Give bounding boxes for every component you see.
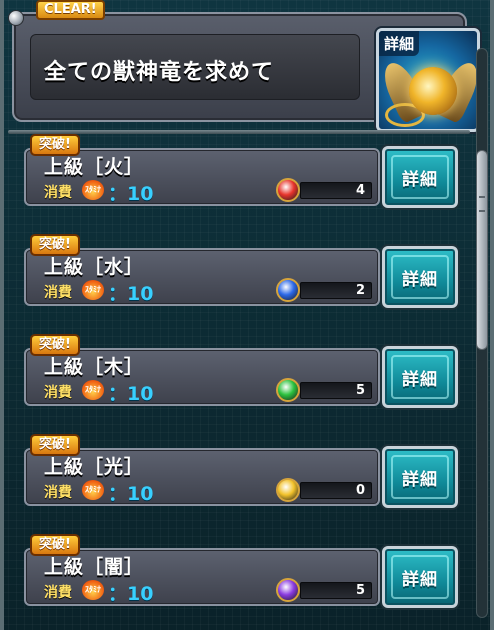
quest-header-panel[interactable]: 全ての獣神竜を求めて 詳細 [12, 12, 480, 132]
gem-count-bar: 2 [300, 282, 372, 299]
stamina-cost-value: ：10 [108, 583, 154, 605]
stamina-icon: ｽﾀﾐﾅ [82, 580, 104, 600]
gem-count: 4 [355, 183, 365, 198]
element-gem-icon [276, 178, 300, 202]
scrollbar-thumb[interactable] [476, 150, 488, 350]
detail-button[interactable]: 詳細 [382, 246, 458, 308]
quest-row[interactable]: 上級［光］ 突破! 消費 ｽﾀﾐﾅ ：10 0 詳細 [24, 434, 474, 508]
quest-row[interactable]: 上級［闇］ 突破! 消費 ｽﾀﾐﾅ ：10 5 詳細 [24, 534, 474, 608]
detail-button[interactable]: 詳細 [382, 146, 458, 208]
breakthrough-badge: 突破! [30, 534, 80, 556]
gem-count: 5 [355, 583, 365, 598]
quest-row[interactable]: 上級［火］ 突破! 消費 ｽﾀﾐﾅ ：10 4 詳細 [24, 134, 474, 208]
gem-count-bar: 5 [300, 582, 372, 599]
boss-detail-label: 詳細 [379, 31, 420, 56]
quest-row-title: 上級［闇］ [44, 556, 145, 578]
stamina-cost-label: 消費 [44, 585, 72, 601]
detail-button[interactable]: 詳細 [382, 446, 458, 508]
stamina-icon: ｽﾀﾐﾅ [82, 180, 104, 200]
gem-count-bar: 5 [300, 382, 372, 399]
quest-row-title: 上級［木］ [44, 356, 145, 378]
element-gem-icon [276, 378, 300, 402]
gem-count: 5 [355, 383, 365, 398]
stamina-cost-label: 消費 [44, 185, 72, 201]
stamina-cost-value: ：10 [108, 383, 154, 405]
detail-button[interactable]: 詳細 [382, 546, 458, 608]
detail-button-label: 詳細 [402, 270, 438, 290]
element-gem-icon [276, 578, 300, 602]
gem-count: 0 [355, 483, 365, 498]
quest-row-title: 上級［火］ [44, 156, 145, 178]
boss-dragon-icon [409, 67, 457, 115]
detail-button-label: 詳細 [402, 470, 438, 490]
breakthrough-badge: 突破! [30, 334, 80, 356]
stamina-cost-label: 消費 [44, 485, 72, 501]
stamina-icon: ｽﾀﾐﾅ [82, 380, 104, 400]
clear-badge: CLEAR! [36, 0, 105, 20]
stamina-cost-label: 消費 [44, 385, 72, 401]
gem-count: 2 [355, 283, 365, 298]
quest-row[interactable]: 上級［水］ 突破! 消費 ｽﾀﾐﾅ ：10 2 詳細 [24, 234, 474, 308]
stamina-icon: ｽﾀﾐﾅ [82, 280, 104, 300]
quest-row[interactable]: 上級［木］ 突破! 消費 ｽﾀﾐﾅ ：10 5 詳細 [24, 334, 474, 408]
element-gem-icon [276, 478, 300, 502]
stamina-cost-value: ：10 [108, 483, 154, 505]
element-gem-icon [276, 278, 300, 302]
stamina-cost-label: 消費 [44, 285, 72, 301]
stamina-cost-value: ：10 [108, 283, 154, 305]
detail-button[interactable]: 詳細 [382, 346, 458, 408]
breakthrough-badge: 突破! [30, 434, 80, 456]
stamina-cost-value: ：10 [108, 183, 154, 205]
detail-button-label: 詳細 [402, 170, 438, 190]
breakthrough-badge: 突破! [30, 134, 80, 156]
quest-title: 全ての獣神竜を求めて [44, 60, 275, 85]
gem-count-bar: 4 [300, 182, 372, 199]
stamina-icon: ｽﾀﾐﾅ [82, 480, 104, 500]
detail-button-label: 詳細 [402, 570, 438, 590]
detail-button-label: 詳細 [402, 370, 438, 390]
scrollbar-grip-icon [479, 196, 485, 212]
pin-icon [8, 10, 24, 26]
quest-row-title: 上級［水］ [44, 256, 145, 278]
boss-detail-button[interactable]: 詳細 [376, 28, 480, 132]
quest-row-title: 上級［光］ [44, 456, 145, 478]
gem-count-bar: 0 [300, 482, 372, 499]
breakthrough-badge: 突破! [30, 234, 80, 256]
